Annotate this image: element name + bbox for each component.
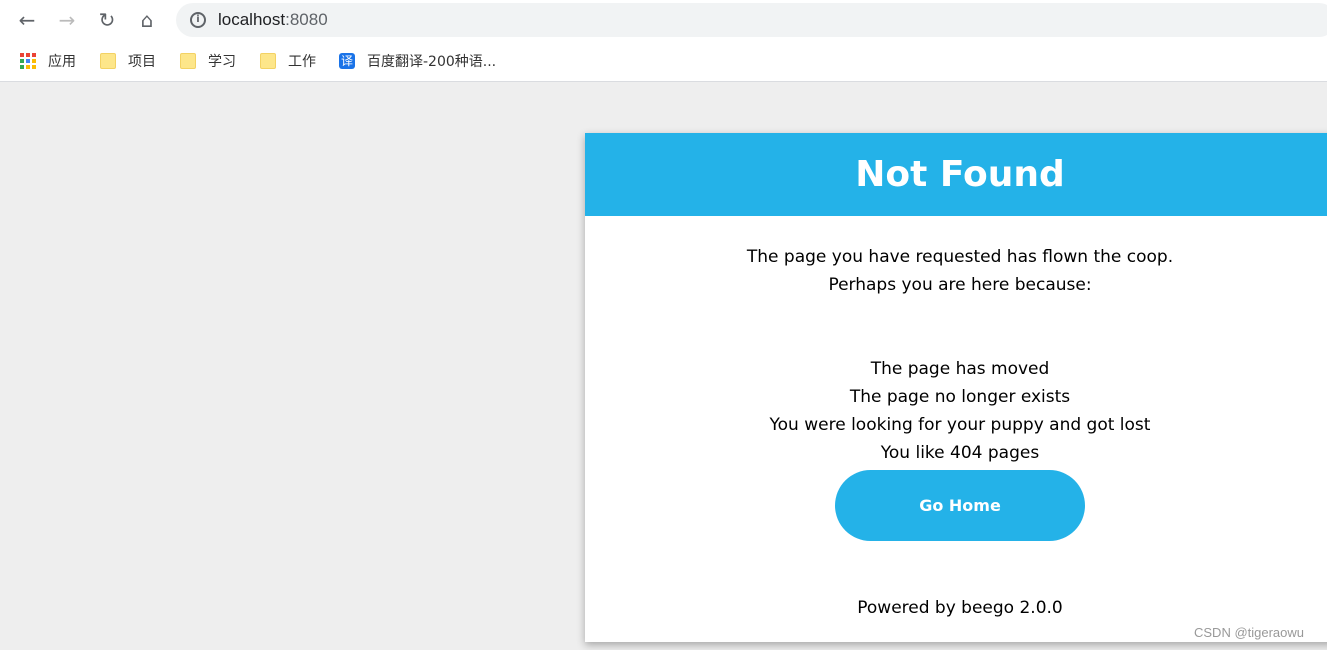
apps-grid-icon <box>20 53 36 69</box>
bookmark-label: 应用 <box>48 54 76 70</box>
translate-icon: 译 <box>339 53 355 69</box>
reasons-list: The page has moved The page no longer ex… <box>585 355 1327 467</box>
intro-line: Perhaps you are here because: <box>828 275 1092 295</box>
bookmark-label: 学习 <box>208 54 236 70</box>
error-card: Not Found The page you have requested ha… <box>585 133 1327 642</box>
forward-icon[interactable]: → <box>55 8 79 32</box>
bookmark-translate[interactable]: 译 百度翻译-200种语... <box>339 51 496 71</box>
back-icon[interactable]: ← <box>15 8 39 32</box>
address-bar[interactable]: i localhost:8080 <box>176 3 1327 37</box>
bookmark-label: 项目 <box>128 54 156 70</box>
bookmark-folder[interactable]: 学习 <box>180 51 236 71</box>
bookmark-label: 工作 <box>288 54 316 70</box>
watermark: CSDN @tigeraowu <box>1194 625 1305 640</box>
reason-item: The page no longer exists <box>849 387 1071 407</box>
reason-item: You were looking for your puppy and got … <box>769 415 1151 435</box>
folder-icon <box>260 53 276 69</box>
folder-icon <box>100 53 116 69</box>
page-title: Not Found <box>585 133 1327 216</box>
bookmark-label: 百度翻译-200种语... <box>367 54 497 70</box>
go-home-button[interactable]: Go Home <box>835 470 1085 541</box>
browser-toolbar: ← → ↻ ⌂ i localhost:8080 <box>0 0 1327 40</box>
home-icon[interactable]: ⌂ <box>135 8 159 32</box>
folder-icon <box>180 53 196 69</box>
bookmark-folder[interactable]: 项目 <box>100 51 156 71</box>
bookmark-folder[interactable]: 工作 <box>260 51 316 71</box>
bookmarks-bar: 应用 项目 学习 工作 译 百度翻译-200种语... <box>0 40 1327 82</box>
bookmark-apps[interactable]: 应用 <box>20 51 76 71</box>
reason-item: You like 404 pages <box>880 443 1040 463</box>
intro-line: The page you have requested has flown th… <box>746 247 1174 267</box>
powered-by: Powered by beego 2.0.0 <box>857 598 1063 618</box>
intro-text: The page you have requested has flown th… <box>585 243 1327 299</box>
url-text: localhost:8080 <box>218 10 328 29</box>
reload-icon[interactable]: ↻ <box>95 8 119 32</box>
reason-item: The page has moved <box>870 359 1050 379</box>
info-icon[interactable]: i <box>190 12 206 28</box>
